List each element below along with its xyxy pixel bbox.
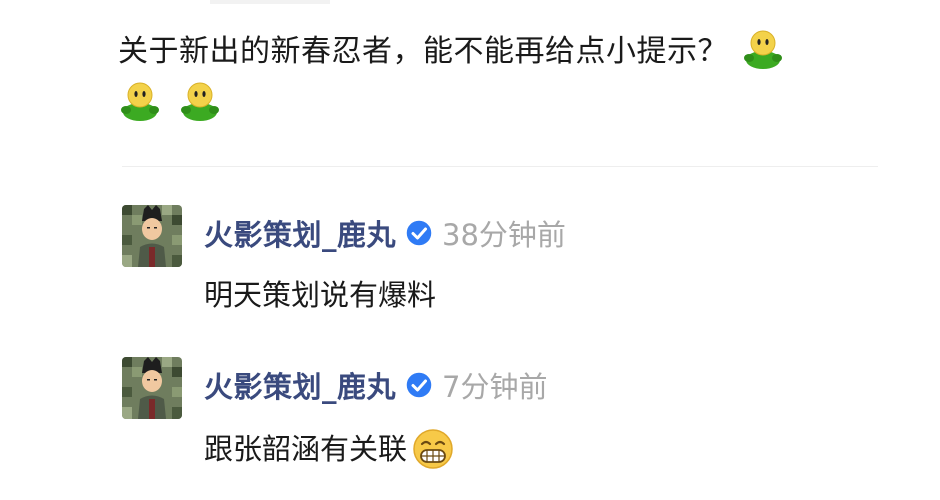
green-figure-emoji-icon bbox=[121, 82, 159, 121]
post-body: 关于新出的新春忍者，能不能再给点小提示？ bbox=[118, 26, 888, 130]
comment-text-content: 明天策划说有爆料 bbox=[204, 278, 437, 312]
top-edge-fade bbox=[210, 0, 330, 4]
comment-text-content: 跟张韶涵有关联 bbox=[204, 432, 408, 466]
comment-text: 明天策划说有爆料 bbox=[204, 275, 436, 315]
verified-badge-icon bbox=[405, 219, 433, 247]
username[interactable]: 火影策划_鹿丸 bbox=[204, 364, 396, 406]
avatar-image bbox=[122, 205, 182, 267]
comment-header: 火影策划_鹿丸 38分钟前 bbox=[204, 213, 566, 253]
avatar-image bbox=[122, 357, 182, 419]
comment-item: 火影策划_鹿丸 38分钟前 明天策划说有爆料 bbox=[122, 205, 882, 325]
verified-badge-icon bbox=[405, 371, 433, 399]
green-figure-emoji-icon bbox=[744, 30, 783, 69]
green-figure-emoji-icon bbox=[181, 82, 220, 121]
comment-header: 火影策划_鹿丸 7分钟前 bbox=[204, 365, 547, 405]
grinning-face-emoji-icon bbox=[413, 429, 453, 469]
username[interactable]: 火影策划_鹿丸 bbox=[204, 212, 396, 254]
comment-item: 火影策划_鹿丸 7分钟前 跟张韶涵有关联 bbox=[122, 357, 882, 477]
avatar[interactable] bbox=[122, 205, 182, 267]
avatar[interactable] bbox=[122, 357, 182, 419]
timestamp: 38分钟前 bbox=[442, 218, 566, 252]
timestamp: 7分钟前 bbox=[442, 370, 548, 404]
comment-text: 跟张韶涵有关联 bbox=[204, 427, 455, 471]
post-text: 关于新出的新春忍者，能不能再给点小提示？ bbox=[118, 34, 728, 69]
divider bbox=[122, 166, 878, 167]
